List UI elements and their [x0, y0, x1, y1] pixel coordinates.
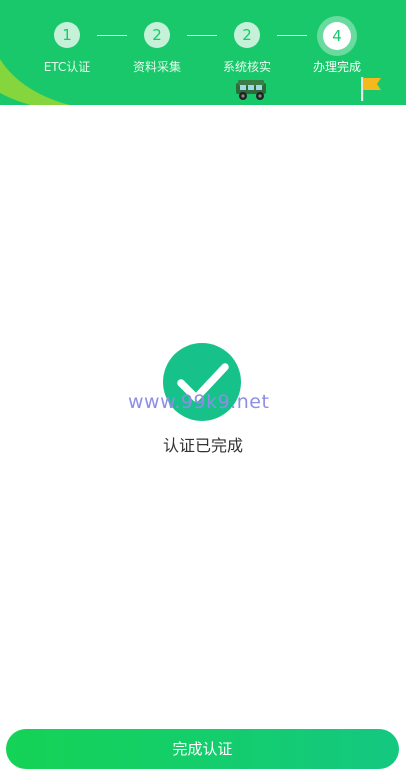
step-etc-auth: 1 ETC认证: [27, 22, 107, 75]
progress-header: 1 ETC认证 2 资料采集 2 系统核实 4 办理完成: [0, 0, 406, 105]
flag-icon: [360, 76, 384, 105]
step-system-verify: 2 系统核实: [207, 22, 287, 75]
step-label: 办理完成: [312, 60, 361, 74]
step-label: ETC认证: [43, 60, 91, 74]
progress-steps: 1 ETC认证 2 资料采集 2 系统核实 4 办理完成: [0, 0, 406, 80]
status-text: 认证已完成: [162, 436, 243, 455]
step-data-collection: 2 资料采集: [117, 22, 197, 75]
watermark: www.99k9.net: [128, 391, 270, 413]
step-label: 资料采集: [132, 60, 181, 74]
truck-icon: [234, 79, 270, 105]
step-complete: 4 办理完成: [297, 22, 377, 75]
step-number: 2: [234, 22, 260, 48]
complete-auth-button[interactable]: 完成认证: [6, 729, 399, 769]
step-number: 2: [144, 22, 170, 48]
step-label: 系统核实: [222, 60, 271, 74]
step-number: 1: [54, 22, 80, 48]
step-number: 4: [323, 22, 351, 50]
